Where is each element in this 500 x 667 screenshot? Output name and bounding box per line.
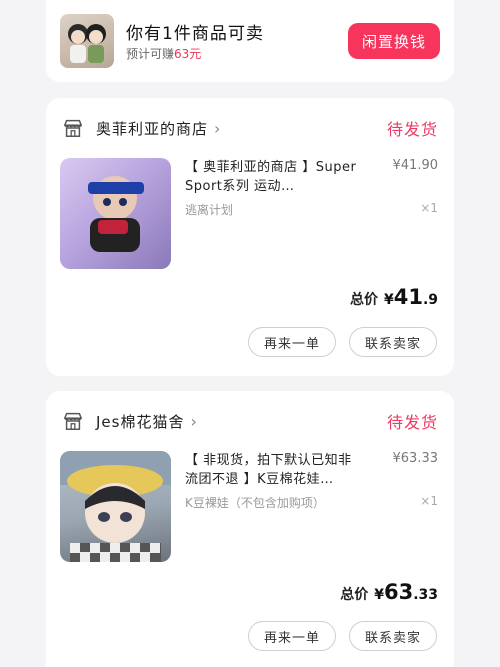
shop-name: 奥菲利亚的商店 bbox=[96, 119, 209, 138]
product-spec: 逃离计划 bbox=[185, 203, 234, 217]
product-quantity: ×1 bbox=[420, 201, 438, 215]
contact-seller-button[interactable]: 联系卖家 bbox=[349, 621, 437, 651]
total-decimal: .9 bbox=[422, 292, 438, 308]
shop-name: Jes棉花猫舍 bbox=[96, 412, 185, 431]
store-icon bbox=[64, 412, 82, 430]
total-decimal: .33 bbox=[413, 587, 438, 603]
product-image[interactable] bbox=[60, 158, 171, 269]
banner-earnings-amount: 63元 bbox=[174, 47, 202, 61]
order-card: 奥菲利亚的商店 › 待发货 【 奥菲利亚的商店 】Super Sport系列 运… bbox=[46, 98, 454, 376]
chevron-right-icon: › bbox=[190, 411, 197, 431]
sell-prompt-banner: 你有1件商品可卖 预计可赚63元 闲置换钱 bbox=[46, 0, 454, 82]
product-title[interactable]: 【 非现货，拍下默认已知非流团不退 】K豆棉花娃… bbox=[185, 451, 363, 489]
order-status: 待发货 bbox=[386, 413, 438, 432]
banner-title: 你有1件商品可卖 bbox=[126, 24, 264, 44]
sell-idle-button[interactable]: 闲置换钱 bbox=[348, 23, 440, 59]
total-label: 总价 bbox=[340, 587, 369, 603]
banner-subtitle-prefix: 预计可赚 bbox=[126, 47, 175, 61]
banner-subtitle: 预计可赚63元 bbox=[126, 45, 201, 62]
product-price: ¥41.90 bbox=[392, 158, 439, 173]
product-image[interactable] bbox=[60, 451, 171, 562]
shop-link[interactable]: Jes棉花猫舍 › bbox=[62, 410, 197, 432]
order-total: 总价 ¥ 41 .9 bbox=[350, 285, 438, 309]
rebuy-button[interactable]: 再来一单 bbox=[248, 327, 336, 357]
product-quantity: ×1 bbox=[420, 494, 438, 508]
rebuy-button[interactable]: 再来一单 bbox=[248, 621, 336, 651]
total-integer: 41 bbox=[393, 285, 423, 309]
contact-seller-button[interactable]: 联系卖家 bbox=[349, 327, 437, 357]
shop-link[interactable]: 奥菲利亚的商店 › bbox=[62, 117, 220, 139]
product-spec: K豆裸娃（不包含加购项） bbox=[185, 496, 325, 510]
order-total: 总价 ¥ 63 .33 bbox=[340, 580, 438, 604]
total-currency: ¥ bbox=[374, 587, 384, 603]
order-status: 待发货 bbox=[386, 120, 438, 139]
banner-product-thumbnail bbox=[60, 14, 114, 68]
order-card: Jes棉花猫舍 › 待发货 【 非现货，拍下默认已知非流团不退 】K豆棉花娃… … bbox=[46, 391, 454, 667]
total-integer: 63 bbox=[383, 580, 414, 604]
product-title[interactable]: 【 奥菲利亚的商店 】Super Sport系列 运动… bbox=[185, 158, 363, 196]
total-currency: ¥ bbox=[383, 292, 394, 308]
total-label: 总价 bbox=[349, 292, 378, 308]
product-price: ¥63.33 bbox=[392, 451, 439, 466]
store-icon bbox=[64, 119, 82, 137]
chevron-right-icon: › bbox=[214, 118, 221, 138]
